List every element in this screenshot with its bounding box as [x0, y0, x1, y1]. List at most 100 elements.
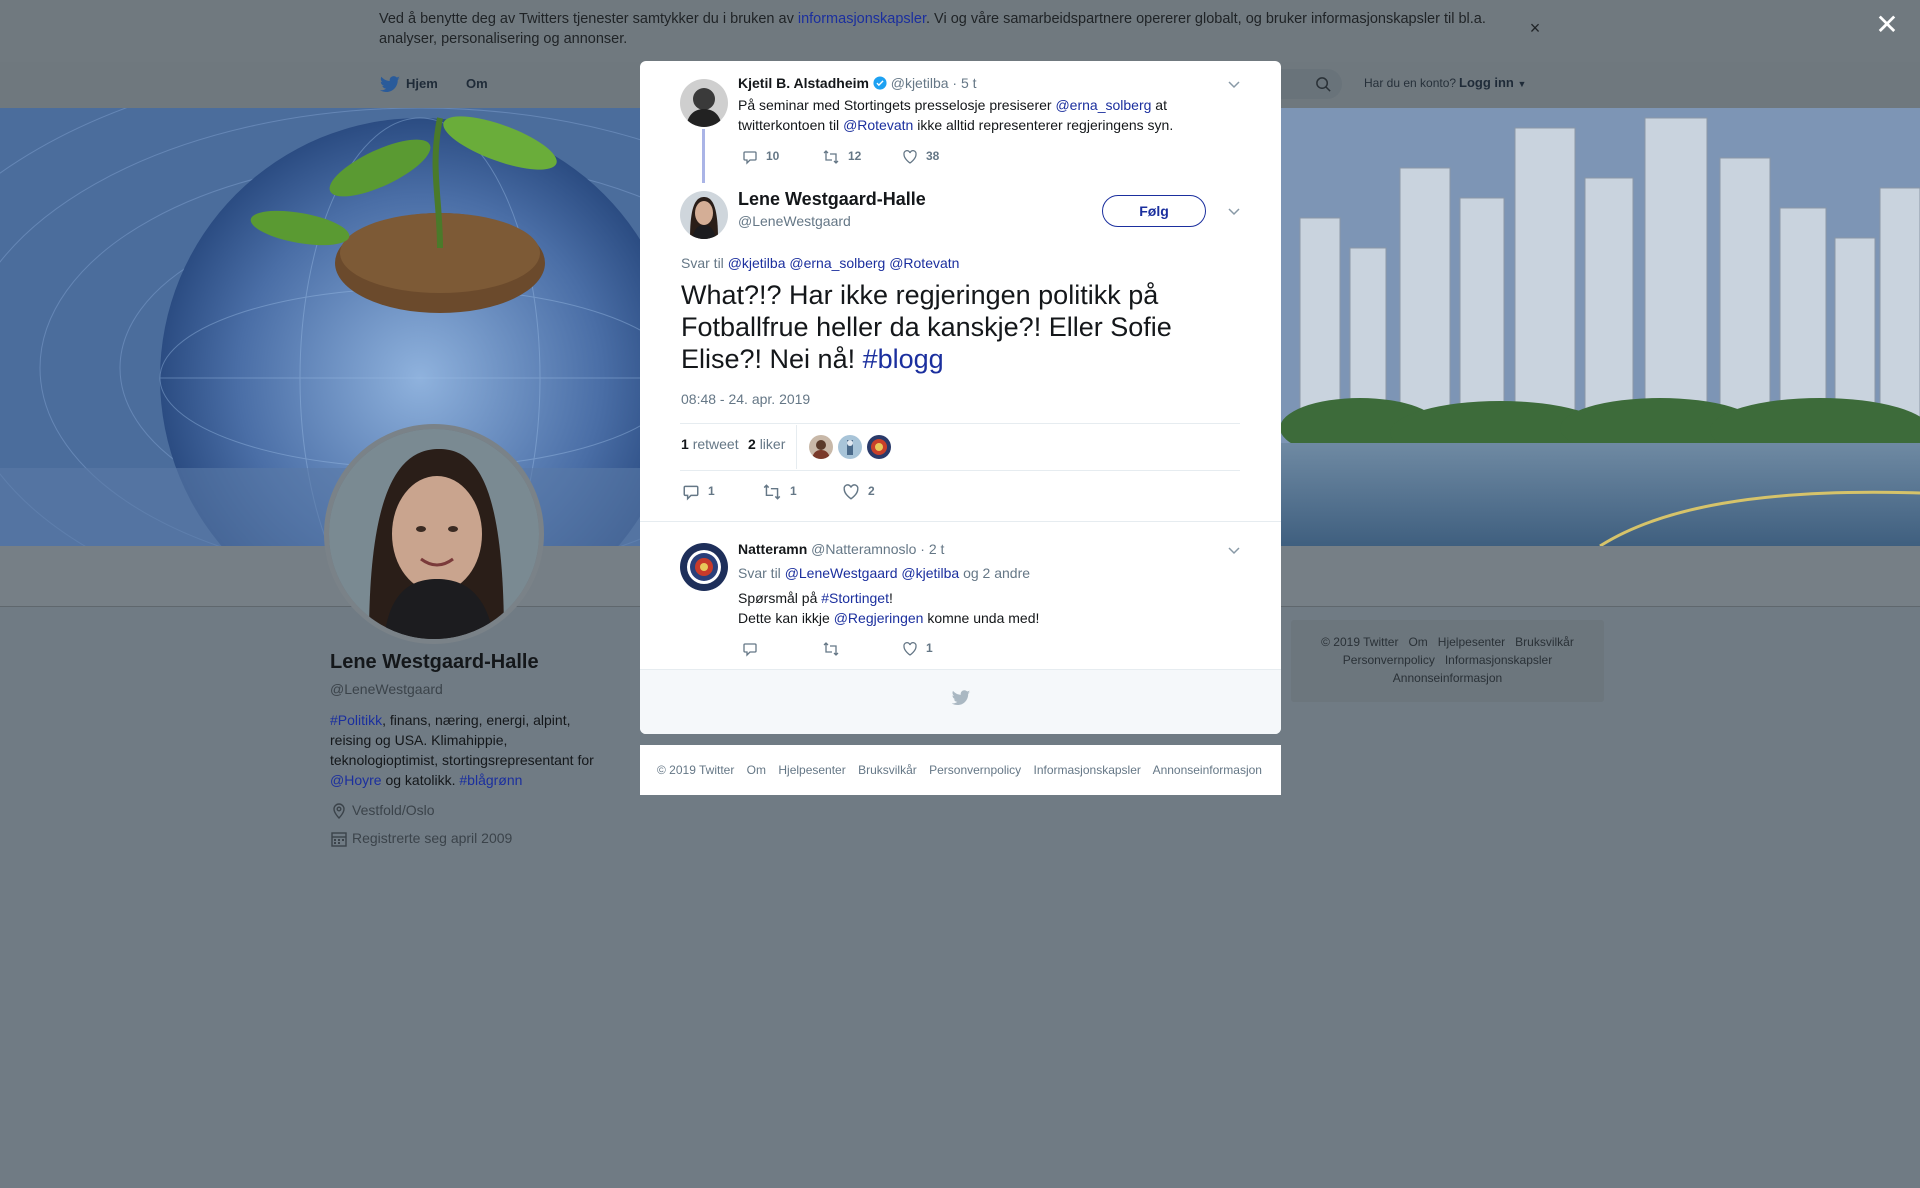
parent-author-handle: @kjetilba — [890, 75, 949, 91]
profile-name: Lene Westgaard-Halle — [330, 651, 539, 673]
footer-link-terms[interactable]: Bruksvilkår — [1515, 635, 1574, 649]
overlay-close-button[interactable]: ✕ — [1872, 10, 1902, 40]
reply-to-erna-solberg[interactable]: @erna_solberg — [789, 255, 885, 271]
main-like-button[interactable]: 2 — [842, 483, 875, 501]
retweet-stat-count: 1 — [681, 436, 689, 452]
parent-text-1: På seminar med Stortingets presselosje p… — [738, 97, 1056, 113]
heart-icon — [903, 642, 917, 656]
reply-line-1: Spørsmål på #Stortinget! — [738, 588, 1208, 608]
cookie-info-link[interactable]: informasjonskapsler — [798, 11, 926, 27]
chevron-down-icon[interactable] — [1227, 79, 1241, 89]
main-reply-button[interactable]: 1 — [682, 483, 715, 501]
parent-reply-button[interactable]: 10 — [742, 149, 779, 165]
parent-tweet-time[interactable]: · 5 t — [952, 75, 976, 91]
reply-icon — [743, 151, 757, 165]
bio-hashtag-blagronn[interactable]: #blågrønn — [459, 772, 522, 788]
follow-button[interactable]: Følg — [1102, 195, 1206, 227]
reply-to-line: Svar til @kjetilba @erna_solberg @Roteva… — [681, 255, 959, 271]
footer-link-ads[interactable]: Annonseinformasjon — [1393, 671, 1502, 685]
profile-joined: Registrerte seg april 2009 — [330, 830, 512, 848]
reply-to-kjetilba-2[interactable]: @kjetilba — [901, 565, 959, 581]
search-icon — [1316, 77, 1331, 92]
reply-author-name[interactable]: Natteramn — [738, 541, 807, 557]
parent-retweet-button[interactable]: 12 — [822, 149, 861, 165]
modal-footer-ads[interactable]: Annonseinformasjon — [1153, 763, 1262, 777]
heart-icon — [843, 484, 859, 500]
hashtag-blogg[interactable]: #blogg — [863, 344, 944, 374]
parent-tweet-text: På seminar med Stortingets presselosje p… — [738, 95, 1208, 135]
reply-divider — [640, 521, 1281, 522]
main-avatar-photo — [680, 191, 728, 239]
reply-to-lenewestgaard[interactable]: @LeneWestgaard — [785, 565, 898, 581]
profile-avatar[interactable] — [324, 424, 544, 644]
cookie-close-button[interactable]: × — [1525, 18, 1545, 38]
mention-regjeringen[interactable]: @Regjeringen — [834, 610, 924, 626]
calendar-icon — [331, 832, 347, 847]
reply-tweet-avatar[interactable] — [680, 543, 728, 591]
main-tweet-text: What?!? Har ikke regjeringen politikk på… — [681, 279, 1221, 375]
reply-to-rotevatn[interactable]: @Rotevatn — [889, 255, 959, 271]
main-tweet-avatar[interactable] — [680, 191, 728, 239]
retweet-stats[interactable]: 1 retweet — [681, 436, 739, 452]
profile-handle: @LeneWestgaard — [330, 681, 443, 697]
main-retweet-count: 1 — [790, 484, 797, 499]
modal-footer-help[interactable]: Hjelpesenter — [778, 763, 845, 777]
reply-to-label-2: Svar til — [738, 565, 781, 581]
twitter-bird-icon[interactable] — [379, 76, 401, 94]
heart-icon — [903, 150, 917, 164]
footer-link-help[interactable]: Hjelpesenter — [1438, 635, 1505, 649]
reply-tweet-header: Natteramn @Natteramnoslo · 2 t — [738, 541, 944, 557]
footer-link-cookies[interactable]: Informasjonskapsler — [1445, 653, 1552, 667]
chevron-down-icon: ▼ — [1517, 79, 1527, 89]
mention-erna-solberg[interactable]: @erna_solberg — [1055, 97, 1151, 113]
reply-to-kjetilba[interactable]: @kjetilba — [728, 255, 786, 271]
reply-avatar-logo — [680, 543, 728, 591]
parent-author-name[interactable]: Kjetil B. Alstadheim — [738, 75, 869, 91]
nav-about-link[interactable]: Om — [466, 76, 488, 91]
parent-like-button[interactable]: 38 — [902, 149, 939, 165]
bio-mention-hoyre[interactable]: @Hoyre — [330, 772, 382, 788]
reply-reply-button[interactable] — [742, 641, 766, 657]
liker-photo — [867, 435, 891, 459]
main-reply-count: 1 — [708, 484, 715, 499]
hashtag-stortinget[interactable]: #Stortinget — [821, 590, 889, 606]
modal-footer-privacy[interactable]: Personvernpolicy — [929, 763, 1021, 777]
retweet-icon — [823, 642, 839, 656]
chevron-down-icon[interactable] — [1227, 545, 1241, 555]
chevron-down-icon[interactable] — [1227, 206, 1241, 216]
reply-line1-end: ! — [888, 590, 893, 606]
stats-separator — [796, 425, 797, 469]
modal-footer-terms[interactable]: Bruksvilkår — [858, 763, 917, 777]
footer-link-about[interactable]: Om — [1408, 635, 1427, 649]
login-link[interactable]: Logg inn ▼ — [1459, 75, 1526, 90]
retweet-icon — [823, 150, 839, 164]
liker-photo — [809, 435, 833, 459]
profile-photo — [329, 429, 539, 639]
like-stat-count: 2 — [748, 436, 756, 452]
main-tweet-timestamp[interactable]: 08:48 - 24. apr. 2019 — [681, 391, 810, 407]
retweet-icon — [763, 484, 781, 500]
sidebar-footer-row-1: © 2019 Twitter Om Hjelpesenter Bruksvilkår — [1291, 633, 1604, 651]
parent-retweet-count: 12 — [848, 149, 862, 164]
reply-retweet-button[interactable] — [822, 641, 848, 657]
liker-avatar[interactable] — [808, 434, 834, 460]
nav-home-link[interactable]: Hjem — [406, 76, 438, 91]
modal-footer-cookies[interactable]: Informasjonskapsler — [1034, 763, 1141, 777]
parent-tweet-avatar[interactable] — [680, 79, 728, 127]
footer-link-privacy[interactable]: Personvernpolicy — [1343, 653, 1435, 667]
modal-footer-about[interactable]: Om — [747, 763, 766, 777]
like-stats[interactable]: 2 liker — [748, 436, 785, 452]
main-author-name[interactable]: Lene Westgaard-Halle — [738, 189, 926, 210]
reply-like-button[interactable]: 1 — [902, 641, 933, 657]
liker-avatar[interactable] — [837, 434, 863, 460]
parent-like-count: 38 — [926, 149, 940, 164]
mention-rotevatn[interactable]: @Rotevatn — [843, 117, 913, 133]
main-retweet-button[interactable]: 1 — [762, 483, 797, 501]
reply-tweet-time[interactable]: · 2 t — [920, 541, 944, 557]
bio-hashtag-politikk[interactable]: #Politikk — [330, 712, 382, 728]
profile-bio: #Politikk, finans, næring, energi, alpin… — [330, 710, 600, 790]
reply-to-more[interactable]: og 2 andre — [963, 565, 1030, 581]
liker-avatar[interactable] — [866, 434, 892, 460]
twitter-bird-icon — [951, 690, 971, 705]
sidebar-footer: © 2019 Twitter Om Hjelpesenter Bruksvilkår … — [1291, 620, 1604, 702]
